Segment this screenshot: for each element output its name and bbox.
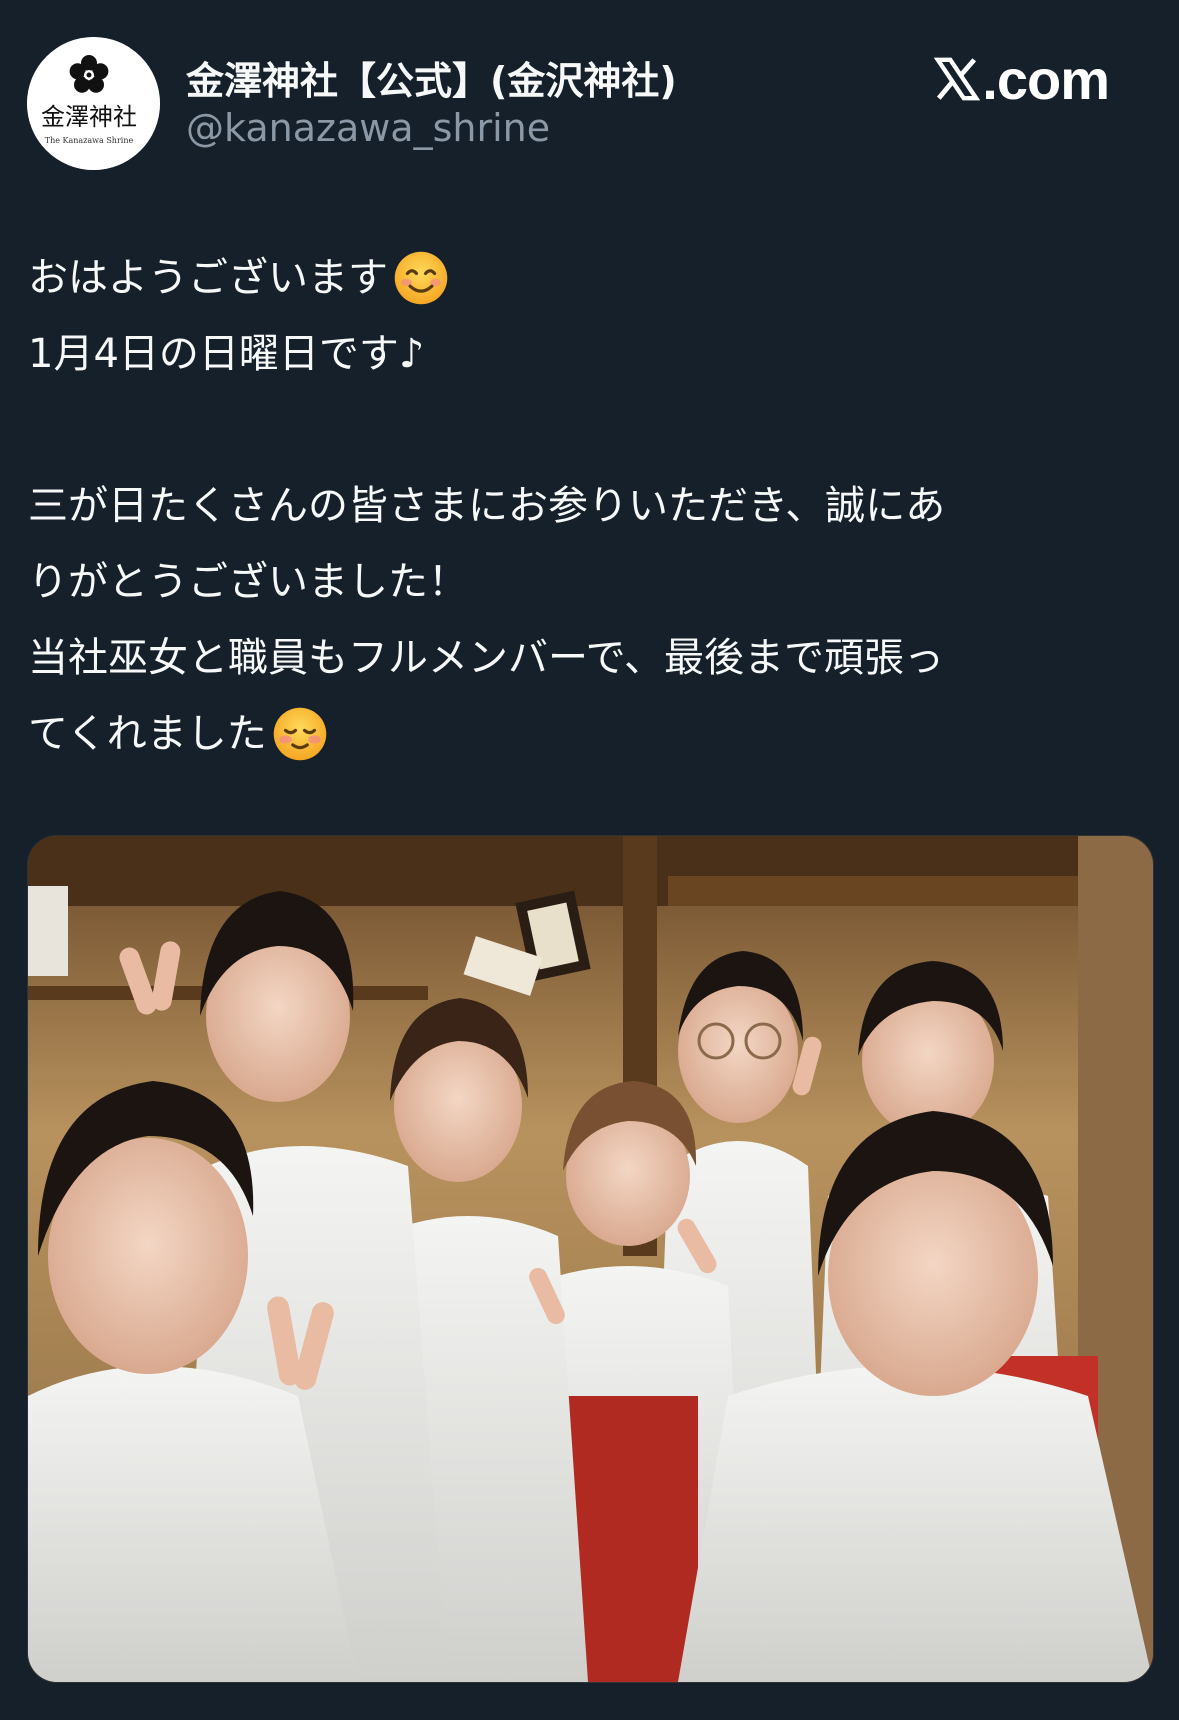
tweet-line-text: 三が日たくさんの皆さまにお参りいただき、誠にあ (28, 483, 946, 529)
tweet-line: 三が日たくさんの皆さまにお参りいただき、誠にあ (28, 468, 1158, 544)
tweet-header: 金澤神社 The Kanazawa Shrine 金澤神社【公式】(金沢神社) … (0, 0, 1179, 190)
tweet-line: りがとうございました！ (28, 544, 1158, 620)
tweet-line: 当社巫女と職員もフルメンバーで、最後まで頑張っ (28, 620, 1158, 696)
account-name[interactable]: 金澤神社【公式】(金沢神社) (186, 50, 677, 105)
tweet-line-text: 1月4日の日曜日です♪ (28, 331, 425, 377)
tweet-line-text: おはようございます (28, 255, 388, 301)
photo-image (28, 836, 1153, 1682)
tweet-line-text: 当社巫女と職員もフルメンバーで、最後まで頑張っ (28, 635, 944, 681)
tweet-photo[interactable] (27, 835, 1154, 1683)
tweet-line: おはようございます (28, 240, 1158, 316)
x-com-brand: .com (934, 44, 1110, 114)
tweet-line: てくれました (28, 696, 1158, 772)
brand-domain-text: .com (982, 47, 1110, 111)
shrine-crest-logo: 金澤神社 The Kanazawa Shrine (27, 37, 160, 170)
smiling-face-emoji (394, 251, 448, 305)
x-logo-icon (934, 57, 981, 101)
tweet-line: 1月4日の日曜日です♪ (28, 316, 1158, 392)
svg-text:The Kanazawa Shrine: The Kanazawa Shrine (45, 136, 134, 145)
relieved-smiling-face-emoji (273, 707, 327, 761)
tweet-body: おはようございます 1月4日の日曜日です♪ 三が日たくさんの皆さまにお参りいただ… (28, 240, 1158, 772)
svg-text:金澤神社: 金澤神社 (41, 103, 137, 131)
avatar[interactable]: 金澤神社 The Kanazawa Shrine (27, 37, 160, 170)
tweet-line-text: りがとうございました！ (28, 559, 468, 605)
tweet-line-text: てくれました (28, 711, 267, 757)
account-handle[interactable]: @kanazawa_shrine (186, 106, 550, 150)
